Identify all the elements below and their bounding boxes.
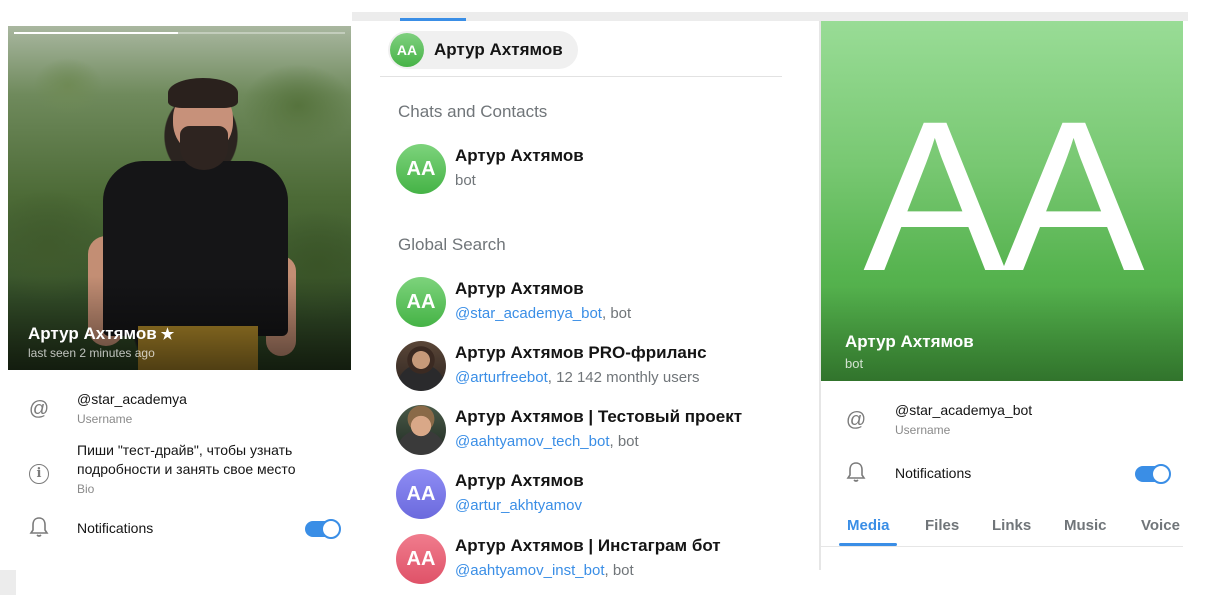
at-icon: @ <box>845 409 867 431</box>
result-avatar: AA <box>396 534 446 584</box>
top-tab-strip <box>352 12 1188 21</box>
info-icon: i <box>26 458 52 484</box>
shared-media-tabs: Media Files Links Music Voice <box>821 513 1183 547</box>
search-divider <box>380 76 782 77</box>
result-username-link[interactable]: @aahtyamov_inst_bot <box>455 562 604 579</box>
result-meta: , bot <box>604 562 634 579</box>
search-chip[interactable]: AA Артур Ахтямов <box>388 31 578 69</box>
result-username-link[interactable]: @star_academya_bot <box>455 305 602 322</box>
bell-icon <box>843 461 869 487</box>
chip-avatar: AA <box>390 33 424 67</box>
bio-label: Bio <box>77 482 95 496</box>
active-tab-indicator <box>400 18 466 21</box>
result-subtitle: bot <box>455 172 476 189</box>
result-avatar-photo <box>396 405 446 455</box>
profile-cover[interactable]: AA Артур Ахтямов bot <box>821 21 1183 381</box>
tabs-divider <box>821 546 1183 547</box>
tab-links[interactable]: Links <box>992 517 1031 534</box>
result-avatar: AA <box>396 144 446 194</box>
gutter <box>0 570 16 595</box>
username-label: Username <box>895 423 951 437</box>
result-subtitle: @star_academya_bot, bot <box>455 305 631 322</box>
notifications-toggle[interactable] <box>305 519 341 539</box>
result-meta: , bot <box>601 305 632 322</box>
tab-files[interactable]: Files <box>925 517 959 534</box>
search-result-item[interactable]: AA Артур Ахтямов @star_academya_bot, bot <box>396 275 782 331</box>
search-result-item[interactable]: Артур Ахтямов PRO-фриланс @arturfreebot,… <box>396 339 782 395</box>
result-username-link[interactable]: @arturfreebot <box>455 369 548 386</box>
result-avatar: AA <box>396 277 446 327</box>
username-row[interactable]: @ @star_academya_bot Username <box>821 399 1164 443</box>
user-profile-panel: Артур Ахтямов ★ last seen 2 minutes ago @… <box>8 26 351 570</box>
result-title: Артур Ахтямов | Инстаграм бот <box>455 536 721 555</box>
chip-label: Артур Ахтямов <box>434 40 563 59</box>
profile-name: Артур Ахтямов ★ <box>28 324 175 343</box>
tab-voice[interactable]: Voice <box>1141 517 1180 534</box>
at-icon: @ <box>28 398 50 420</box>
notifications-row[interactable]: Notifications <box>821 461 1171 491</box>
result-meta: , 12 142 monthly users <box>547 369 700 386</box>
bio-text: Пиши "тест-драйв", чтобы узнать подробно… <box>77 442 296 477</box>
bio-row[interactable]: i Пиши "тест-драйв", чтобы узнать подроб… <box>8 440 351 500</box>
result-title: Артур Ахтямов <box>455 279 584 298</box>
toggle-knob <box>321 519 341 539</box>
notifications-row[interactable]: Notifications <box>8 514 351 544</box>
bell-icon <box>26 516 52 542</box>
result-title: Артур Ахтямов <box>455 471 584 490</box>
cover-initials: AA <box>863 77 1144 316</box>
result-title: Артур Ахтямов PRO-фриланс <box>455 343 707 362</box>
notifications-label: Notifications <box>895 465 972 481</box>
result-subtitle: @artur_akhtyamov <box>455 497 582 514</box>
result-username-link[interactable]: @aahtyamov_tech_bot <box>455 433 610 450</box>
chats-section-header: Chats and Contacts <box>398 102 548 121</box>
username-value: @star_academya_bot <box>895 402 1033 418</box>
profile-subtitle: bot <box>845 356 864 371</box>
search-results-panel: AA Артур Ахтямов Chats and Contacts AA А… <box>380 26 782 595</box>
last-seen-status: last seen 2 minutes ago <box>28 346 155 360</box>
toggle-knob <box>1151 464 1171 484</box>
result-subtitle: @aahtyamov_inst_bot, bot <box>455 562 634 579</box>
tab-music[interactable]: Music <box>1064 517 1107 534</box>
search-result-item[interactable]: AA Артур Ахтямов bot <box>396 142 782 198</box>
profile-name: Артур Ахтямов <box>845 332 974 351</box>
result-username-link[interactable]: @artur_akhtyamov <box>455 497 582 514</box>
global-section-header: Global Search <box>398 235 506 254</box>
profile-photo[interactable]: Артур Ахтямов ★ last seen 2 minutes ago <box>8 26 351 370</box>
search-result-item[interactable]: AA Артур Ахтямов | Инстаграм бот @aahtya… <box>396 532 782 588</box>
result-subtitle: @aahtyamov_tech_bot, bot <box>455 433 639 450</box>
username-value: @star_academya <box>77 391 187 407</box>
photo-progress-segment <box>14 32 178 34</box>
username-row[interactable]: @ @star_academya Username <box>8 388 351 432</box>
result-avatar: AA <box>396 469 446 519</box>
result-meta: , bot <box>609 433 639 450</box>
photo-figure-hair <box>168 78 238 108</box>
notifications-label: Notifications <box>77 520 154 536</box>
result-avatar-photo <box>396 341 446 391</box>
search-result-item[interactable]: Артур Ахтямов | Тестовый проект @aahtyam… <box>396 403 782 459</box>
username-label: Username <box>77 412 133 426</box>
photo-progress <box>14 32 345 34</box>
result-subtitle: @arturfreebot, 12 142 monthly users <box>455 369 700 386</box>
result-title: Артур Ахтямов | Тестовый проект <box>455 407 743 426</box>
screenshot-canvas: Артур Ахтямов ★ last seen 2 minutes ago @… <box>0 0 1207 595</box>
bot-profile-panel: AA Артур Ахтямов bot @ @star_academya_bo… <box>821 21 1183 570</box>
star-icon: ★ <box>160 326 175 343</box>
search-result-item[interactable]: AA Артур Ахтямов @artur_akhtyamov <box>396 467 782 523</box>
notifications-toggle[interactable] <box>1135 464 1171 484</box>
tab-media[interactable]: Media <box>847 517 890 534</box>
photo-figure-beard <box>180 126 228 170</box>
result-title: Артур Ахтямов <box>455 146 584 165</box>
